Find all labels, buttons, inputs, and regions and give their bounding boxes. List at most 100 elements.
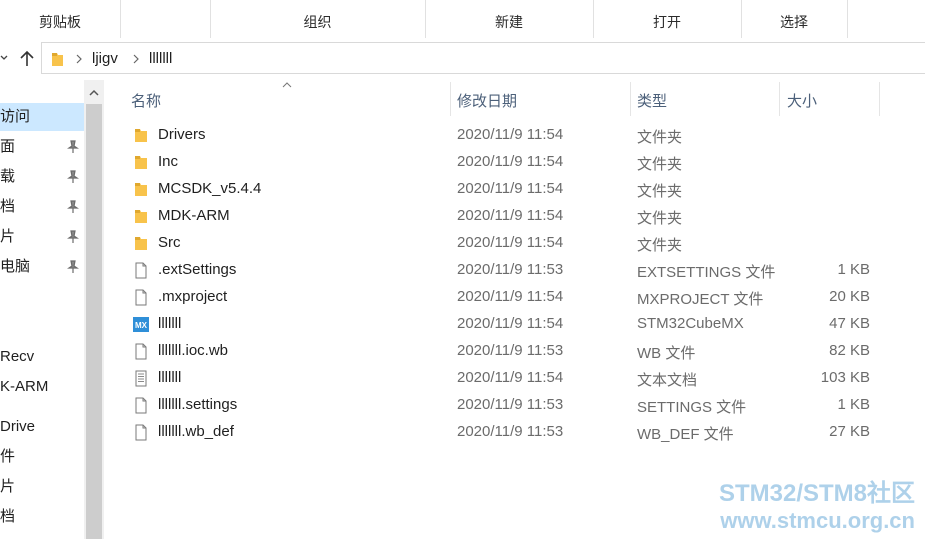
file-name: Inc [158,153,179,170]
file-row[interactable]: MX lllllll 2020/11/9 11:54 STM32CubeMX 4… [105,311,925,338]
file-row[interactable]: lllllll.ioc.wb 2020/11/9 11:53 WB 文件 82 … [105,338,925,365]
cubemx-icon: MX [133,317,149,332]
up-arrow-icon[interactable] [19,50,35,68]
file-type: 文件夹 [637,210,683,227]
column-divider[interactable] [630,82,631,116]
file-name: .mxproject [158,288,228,305]
column-header-type[interactable]: 类型 [637,90,667,111]
column-header-size[interactable]: 大小 [787,90,817,111]
column-headers: 名称 修改日期 类型 大小 [105,80,925,116]
ribbon-group-label: 剪贴板 [39,14,81,30]
file-date: 2020/11/9 11:54 [457,207,564,224]
nav-item-desktop[interactable]: 面 [0,133,84,161]
file-row[interactable]: Src 2020/11/9 11:54 文件夹 [105,230,925,257]
sort-ascending-icon [282,82,292,88]
column-divider[interactable] [779,82,780,116]
breadcrumb-item[interactable]: lllllll [149,50,172,67]
nav-item-documents[interactable]: 档 [0,193,84,221]
nav-item-recv[interactable]: Recv [0,343,84,371]
address-row: ljigv lllllll [0,38,925,80]
pin-icon [67,140,79,153]
file-row[interactable]: lllllll.wb_def 2020/11/9 11:53 WB_DEF 文件… [105,419,925,446]
ribbon-spacer [120,0,211,38]
file-date: 2020/11/9 11:54 [457,234,564,251]
file-name: lllllll.settings [158,396,238,413]
ribbon-group-open[interactable]: 打开 [593,0,742,38]
column-divider[interactable] [879,82,880,116]
nav-item-pictures-2[interactable]: 片 [0,473,84,501]
file-size: 20 KB [829,288,870,305]
nav-item-quick-access[interactable]: 访问 [0,103,84,131]
file-icon [135,289,147,306]
svg-text:MX: MX [135,321,148,330]
nav-item-label: 载 [0,168,16,185]
folder-icon [135,237,147,250]
folder-icon [135,210,147,223]
folder-icon [135,156,147,169]
column-divider[interactable] [450,82,451,116]
nav-item-label: Recv [0,348,35,365]
nav-item-pictures[interactable]: 片 [0,223,84,251]
nav-item-this-pc[interactable]: 电脑 [0,253,84,281]
file-date: 2020/11/9 11:54 [457,369,564,386]
nav-scrollbar[interactable] [84,80,104,539]
nav-item-label: 件 [0,448,16,465]
nav-item-label: 片 [0,228,16,245]
column-header-name[interactable]: 名称 [131,90,161,111]
pin-icon [67,230,79,243]
ribbon-group-label: 组织 [303,14,332,30]
file-row[interactable]: lllllll.settings 2020/11/9 11:53 SETTING… [105,392,925,419]
address-bar[interactable]: ljigv lllllll [41,42,925,74]
nav-item-documents-2[interactable]: 档 [0,503,84,531]
file-row[interactable]: MDK-ARM 2020/11/9 11:54 文件夹 [105,203,925,230]
ribbon-group-clipboard[interactable]: 剪贴板 [0,0,121,38]
chevron-right-icon[interactable] [75,54,83,64]
file-type: STM32CubeMX [637,315,744,332]
nav-item-label: Drive [0,418,36,435]
scroll-up-icon[interactable] [87,86,101,100]
nav-item-onedrive[interactable]: Drive [0,413,84,441]
folder-icon [135,129,147,142]
ribbon-group-organize[interactable]: 组织 [210,0,426,38]
chevron-right-icon[interactable] [132,54,140,64]
file-type: 文件夹 [637,129,683,146]
file-name: lllllll [158,315,182,332]
dropdown-chevron-icon[interactable] [0,53,8,63]
column-header-date[interactable]: 修改日期 [457,90,517,111]
file-row[interactable]: Drivers 2020/11/9 11:54 文件夹 [105,122,925,149]
file-name: Src [158,234,181,251]
ribbon-group-new[interactable]: 新建 [425,0,594,38]
nav-item-label: 电脑 [0,258,31,275]
file-type: 文本文档 [637,372,698,389]
file-icon [135,397,147,414]
file-type: EXTSETTINGS 文件 [637,264,776,281]
file-icon [135,343,147,360]
file-date: 2020/11/9 11:53 [457,342,564,359]
nav-item-label: 档 [0,508,16,525]
nav-item-label: K-ARM [0,378,49,395]
file-name: Drivers [158,126,206,143]
file-row[interactable]: .mxproject 2020/11/9 11:54 MXPROJECT 文件 … [105,284,925,311]
file-date: 2020/11/9 11:54 [457,315,564,332]
file-type: 文件夹 [637,183,683,200]
nav-item-mdk-arm[interactable]: K-ARM [0,373,84,401]
watermark: STM32/STM8社区 www.stmcu.org.cn [719,480,915,534]
nav-item-label: 访问 [0,108,31,125]
ribbon-group-select[interactable]: 选择 [741,0,848,38]
file-date: 2020/11/9 11:53 [457,396,564,413]
nav-item-downloads[interactable]: 载 [0,163,84,191]
navigation-pane: 访问 面 载 档 片 电脑 Recv K-ARM Drive 件 片 档 [0,80,84,539]
nav-item-blank-1[interactable] [0,283,84,311]
breadcrumb-item[interactable]: ljigv [92,50,118,67]
file-row[interactable]: Inc 2020/11/9 11:54 文件夹 [105,149,925,176]
text-file-icon [135,370,147,387]
nav-item-files[interactable]: 件 [0,443,84,471]
file-type: MXPROJECT 文件 [637,291,764,308]
nav-item-blank-2[interactable] [0,313,84,341]
watermark-line-1: STM32/STM8社区 [718,480,915,507]
file-row[interactable]: MCSDK_v5.4.4 2020/11/9 11:54 文件夹 [105,176,925,203]
file-row[interactable]: .extSettings 2020/11/9 11:53 EXTSETTINGS… [105,257,925,284]
file-row[interactable]: lllllll 2020/11/9 11:54 文本文档 103 KB [105,365,925,392]
scrollbar-thumb[interactable] [86,104,102,539]
file-size: 1 KB [837,261,870,278]
